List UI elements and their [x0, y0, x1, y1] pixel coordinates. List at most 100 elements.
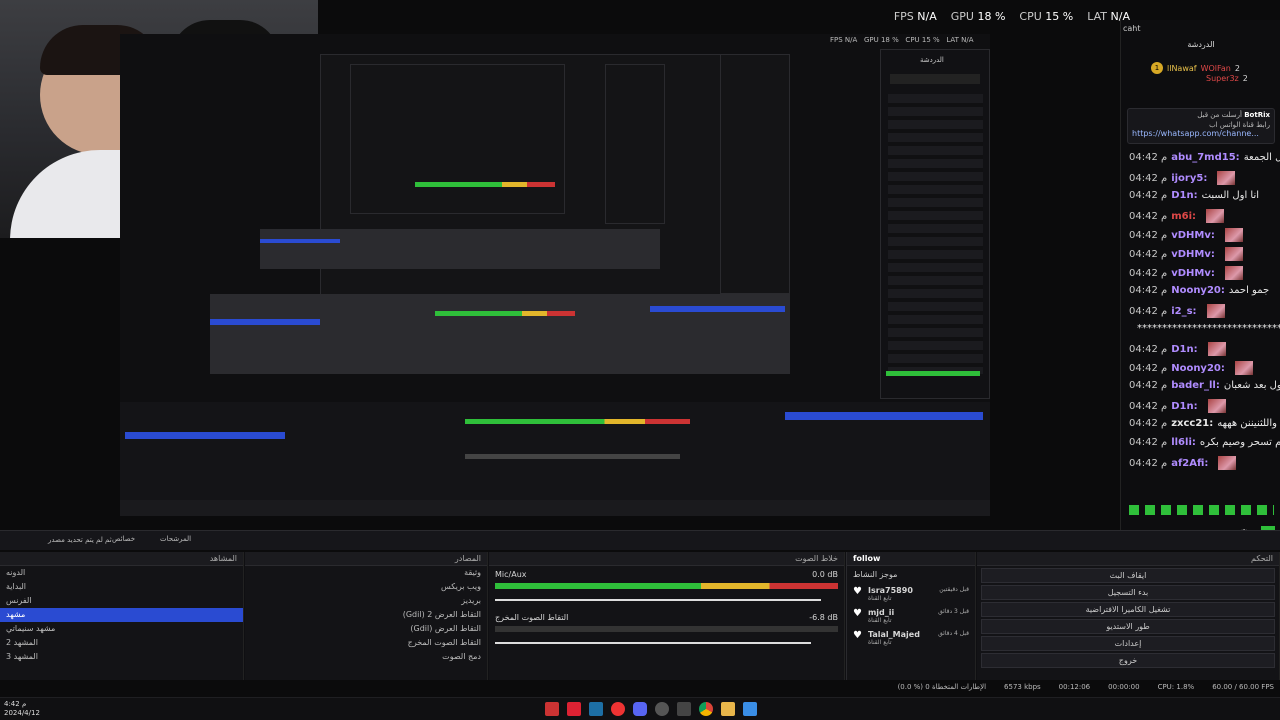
- gpu-stat: GPU 18 %: [950, 10, 1006, 23]
- dock-bar: ثم لم يتم تحديد مصدر خصائص المرشحات: [0, 530, 1280, 550]
- filters-tab[interactable]: المرشحات: [160, 535, 191, 543]
- sources-title: المصادر: [245, 552, 487, 566]
- scene-item[interactable]: الدونه: [0, 566, 243, 580]
- scene-item[interactable]: الفرنس: [0, 594, 243, 608]
- obs-docks: المشاهد الدونه البداية الفرنس مشهد مشهد سنيم…: [0, 552, 1280, 680]
- source-item[interactable]: دمج الصوت: [245, 650, 487, 664]
- steam-icon[interactable]: [589, 702, 603, 716]
- controls-dock: التحكم ايقاف البث بدء التسجيل تشغيل الكامي…: [977, 552, 1280, 680]
- folder-icon[interactable]: [721, 702, 735, 716]
- obs-icon[interactable]: [655, 702, 669, 716]
- no-source-label: ثم لم يتم تحديد مصدر: [48, 536, 112, 544]
- app-icon[interactable]: [567, 702, 581, 716]
- scenes-dock: المشاهد الدونه البداية الفرنس مشهد مشهد سنيم…: [0, 552, 244, 680]
- clock: 4:42 م 2024/4/12: [4, 700, 40, 717]
- emote-image: [1217, 171, 1236, 185]
- emote-image: [1218, 456, 1237, 470]
- source-item[interactable]: بريديز: [245, 594, 487, 608]
- emote-strip: [1129, 505, 1274, 515]
- stream-preview[interactable]: FPS N/A GPU 18 % CPU 15 % LAT N/A الدردش…: [120, 34, 990, 516]
- heart-icon: ♥: [853, 586, 862, 597]
- fps-readout: 60.00 / 60.00 FPS: [1212, 683, 1274, 691]
- chat-message: 04:42 م D1n: انا اول السبت: [1129, 190, 1260, 201]
- controls-title: التحكم: [977, 552, 1279, 566]
- scene-item[interactable]: مشهد سنيماتي: [0, 622, 243, 636]
- chat-message: 04:42 مll6li:اليوم تسحر وصيم بكره: [1129, 437, 1280, 448]
- dropped-frames: (0.0 %) 0 الإطارات المتخطاة: [897, 683, 987, 691]
- stream-stats: FPS N/A GPU 18 % CPU 15 % LAT N/A: [894, 10, 1130, 23]
- scenes-title: المشاهد: [0, 552, 243, 566]
- emote-image: [1206, 304, 1225, 318]
- scene-item[interactable]: المشهد 3: [0, 650, 243, 664]
- control-button[interactable]: بدء التسجيل: [981, 585, 1275, 600]
- nested-chat-title: الدردشة: [920, 56, 944, 64]
- chat-message: 04:42 م Noony20: جمو احمد: [1129, 285, 1270, 296]
- mixer-channel[interactable]: التقاط الصوت المخرج -6.8 dB: [489, 605, 844, 652]
- app-icon[interactable]: [545, 702, 559, 716]
- chat-window-title: caht: [1123, 24, 1141, 33]
- app-icon[interactable]: [611, 702, 625, 716]
- pinned-message[interactable]: أرسلت من قبل BotRix رابط قناة الواتس اب …: [1127, 108, 1275, 144]
- audio-mixer-dock: خلاط الصوت Mic/Aux 0.0 dB التقاط الصوت ال…: [489, 552, 845, 680]
- follow-title: follow: [847, 552, 975, 566]
- properties-tab[interactable]: خصائص: [112, 535, 135, 543]
- chat-message: 04:42 م vDHMv:: [1129, 266, 1243, 280]
- chat-message: **********************************: [1137, 323, 1280, 334]
- stream-time: 00:12:06: [1058, 683, 1091, 691]
- cpu-usage: CPU: 1.8%: [1157, 683, 1195, 691]
- chrome-icon[interactable]: [699, 702, 713, 716]
- mixer-title: خلاط الصوت: [489, 552, 844, 566]
- windows-icon[interactable]: [743, 702, 757, 716]
- control-button[interactable]: طور الاستديو: [981, 619, 1275, 634]
- source-item[interactable]: ويب بريكس: [245, 580, 487, 594]
- scene-item[interactable]: المشهد 2: [0, 636, 243, 650]
- cpu-stat: CPU 15 %: [1019, 10, 1074, 23]
- chat-message: 04:42 م D1n:: [1129, 342, 1226, 356]
- taskbar: 4:42 م 2024/4/12: [0, 697, 1280, 720]
- emote-image: [1207, 342, 1226, 356]
- chat-message: 04:42 م vDHMv:: [1129, 228, 1243, 242]
- mixer-channel[interactable]: Mic/Aux 0.0 dB: [489, 566, 844, 605]
- chat-message: 04:42 م D1n:: [1129, 399, 1226, 413]
- heart-icon: ♥: [853, 608, 862, 619]
- emote-image: [1224, 266, 1243, 280]
- chat-message: 04:42 م zxcc21: واللثنيننن هههه: [1129, 418, 1277, 429]
- emote-image: [1234, 361, 1253, 375]
- chat-message: 04:42 م vDHMv:: [1129, 247, 1243, 261]
- source-item[interactable]: (Gdil) التقاط العرض 2: [245, 608, 487, 622]
- chat-message: 04:42 م i2_s:: [1129, 304, 1225, 318]
- control-button[interactable]: إعدادات: [981, 636, 1275, 651]
- chat-message: 04:42 م m6i:: [1129, 209, 1225, 223]
- chat-panel: caht الدردشة 1 llNawaf WOlFan 2 Super3z …: [1120, 20, 1280, 548]
- heart-icon: ♥: [853, 630, 862, 641]
- chat-message: 04:42 م ijory5:: [1129, 171, 1236, 185]
- activity-feed-title: موجز النشاط: [853, 570, 898, 579]
- emote-image: [1206, 209, 1225, 223]
- discord-icon[interactable]: [633, 702, 647, 716]
- scene-item[interactable]: البداية: [0, 580, 243, 594]
- control-button[interactable]: خروج: [981, 653, 1275, 668]
- app-icon[interactable]: [677, 702, 691, 716]
- source-item[interactable]: وثيقة: [245, 566, 487, 580]
- chat-message: 04:42 م af2Afi:: [1129, 456, 1237, 470]
- follow-item: ♥ Talal_Majed تابع القناة قبل 4 دقائق: [853, 630, 969, 646]
- record-time: 00:00:00: [1108, 683, 1140, 691]
- follow-item: ♥ mjd_ii تابع القناة قبل 3 دقائق: [853, 608, 969, 624]
- source-item[interactable]: (Gdil) التقاط العرض: [245, 622, 487, 636]
- status-bar: (0.0 %) 0 الإطارات المتخطاة 6573 kbps 00…: [845, 683, 1280, 695]
- fps-stat: FPS N/A: [893, 10, 937, 23]
- chat-message: 04:42 م Noony20:: [1129, 361, 1253, 375]
- follow-item: ♥ Isra75890 تابع القناة قبل دقيقتين: [853, 586, 969, 602]
- follow-dock: follow موجز النشاط ♥ Isra75890 تابع القناة…: [846, 552, 976, 680]
- chat-message: 04:42 مabu_7md15:انا اول الجمعة: [1129, 152, 1280, 163]
- chat-title: الدردشة: [1187, 40, 1215, 49]
- control-button[interactable]: ايقاف البث: [981, 568, 1275, 583]
- leaderboard: 1 llNawaf WOlFan 2 Super3z 2: [1151, 62, 1276, 92]
- bitrate: 6573 kbps: [1004, 683, 1041, 691]
- source-item[interactable]: التقاط الصوت المخرج: [245, 636, 487, 650]
- emote-image: [1224, 247, 1243, 261]
- emote-image: [1224, 228, 1243, 242]
- scene-item[interactable]: مشهد: [0, 608, 243, 622]
- pinned-link[interactable]: https://whatsapp.com/channe...: [1128, 129, 1274, 138]
- control-button[interactable]: تشغيل الكاميرا الافتراضية: [981, 602, 1275, 617]
